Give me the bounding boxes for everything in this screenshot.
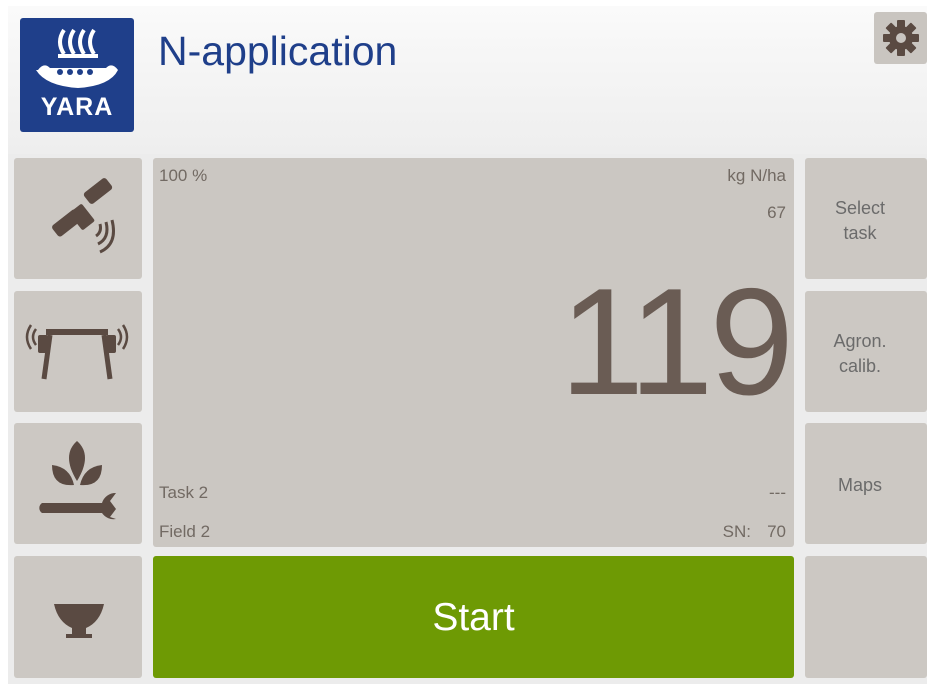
maps-label: Maps — [837, 475, 882, 495]
crop-settings-button[interactable] — [14, 423, 142, 544]
maps-button[interactable]: Maps — [805, 423, 927, 544]
gear-icon — [883, 20, 919, 56]
sensor-bridge-icon — [25, 324, 129, 380]
spreader-hopper-icon — [54, 604, 104, 638]
start-button-label: Start — [432, 596, 515, 639]
rate-unit: kg N/ha — [727, 166, 786, 185]
app-frame: YARA N-application 100 % kg N/ha 67 119 … — [8, 6, 927, 684]
agron-calib-line-1: Agron. — [833, 331, 887, 351]
gps-button[interactable] — [14, 158, 142, 279]
sensor-button[interactable] — [14, 291, 142, 412]
current-rate-value: 119 — [559, 257, 794, 427]
plant-wrench-icon — [39, 441, 116, 520]
agron-calib-label: Agron. calib. — [805, 329, 915, 379]
select-task-label: Select task — [805, 196, 915, 246]
secondary-value: 67 — [767, 203, 786, 222]
select-task-button[interactable]: Select task — [805, 158, 927, 279]
header: YARA N-application — [8, 6, 927, 154]
page-title: N-application — [158, 28, 398, 74]
yara-logo: YARA — [20, 18, 134, 132]
satellite-icon — [52, 178, 115, 254]
application-rate-panel: 100 % kg N/ha 67 119 Task 2 --- Field 2 … — [153, 158, 794, 547]
start-button[interactable]: Start — [153, 556, 794, 678]
agron-calib-line-2: calib. — [838, 356, 882, 376]
logo-text: YARA — [40, 93, 114, 121]
rate-percent: 100 % — [159, 166, 208, 185]
select-task-line-2: task — [843, 223, 877, 243]
agron-calib-button[interactable]: Agron. calib. — [805, 291, 927, 412]
status-dash: --- — [769, 483, 786, 502]
select-task-line-1: Select — [834, 198, 886, 218]
settings-button[interactable] — [874, 12, 927, 64]
field-name: Field 2 — [159, 522, 211, 541]
empty-tile — [805, 556, 927, 678]
task-name: Task 2 — [159, 483, 209, 502]
spreader-button[interactable] — [14, 556, 142, 678]
sn-label: SN: — [722, 522, 751, 541]
sn-value: 70 — [767, 522, 786, 541]
